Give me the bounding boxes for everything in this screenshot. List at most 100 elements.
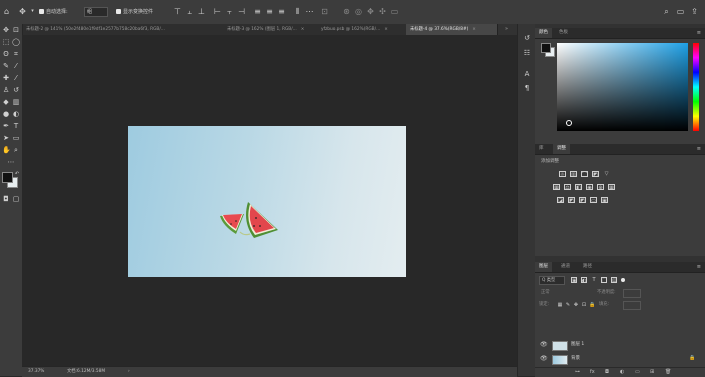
properties-panel-icon[interactable]: ☷ xyxy=(523,49,531,57)
filter-smart-object-icon[interactable]: ▤ xyxy=(611,277,617,284)
more-tools-icon[interactable]: ⋯ xyxy=(7,158,15,166)
slide-3d-icon[interactable]: ✣ xyxy=(378,7,387,16)
curves-icon[interactable]: ⌒ xyxy=(581,171,588,178)
brightness-icon[interactable]: ☼ xyxy=(559,171,566,178)
path-select-icon[interactable]: ➤ xyxy=(2,134,10,142)
lock-all-icon[interactable]: 🔒 xyxy=(589,302,595,308)
align-right-icon[interactable]: ⊣ xyxy=(237,7,246,16)
tab-document-3[interactable]: 未标题-3 @ 162% (图层 1, RGB/... × xyxy=(223,24,325,35)
show-transform-checkbox[interactable]: 显示变换控件 xyxy=(116,0,153,24)
distribute-left-icon[interactable]: ⦀ xyxy=(293,7,302,16)
heal-brush-icon[interactable]: ✚ xyxy=(2,74,10,82)
align-left-icon[interactable]: ⊢ xyxy=(213,7,222,16)
photo-filter-icon[interactable]: ◉ xyxy=(586,184,593,191)
black-white-icon[interactable]: ◧ xyxy=(575,184,582,191)
filter-type-icon[interactable]: T xyxy=(591,277,597,283)
filter-toggle[interactable] xyxy=(621,278,625,282)
opacity-field[interactable] xyxy=(623,289,641,298)
close-icon[interactable]: × xyxy=(301,27,305,32)
lock-artboard-icon[interactable]: ⊡ xyxy=(581,302,587,308)
threshold-icon[interactable]: ◩ xyxy=(579,197,586,204)
history-panel-icon[interactable]: ↺ xyxy=(523,34,531,42)
artboard-tool-icon[interactable]: ⊡ xyxy=(12,26,20,34)
posterize-icon[interactable]: ◩ xyxy=(568,197,575,204)
clone-stamp-icon[interactable]: ♙ xyxy=(2,86,10,94)
eraser-tool-icon[interactable]: ◆ xyxy=(2,98,10,106)
gradient-tool-icon[interactable]: ▥ xyxy=(12,98,20,106)
lasso-tool-icon[interactable]: ʘ xyxy=(2,50,10,58)
fill-field[interactable] xyxy=(623,301,641,310)
color-picker-handle[interactable] xyxy=(566,120,572,126)
tab-layers[interactable]: 图层 xyxy=(535,262,552,272)
tab-yfzbuo[interactable]: yfzbuo.psb @ 162%(RGB/... × xyxy=(317,24,414,35)
filter-adjustment-icon[interactable]: ◐ xyxy=(581,277,587,284)
type-tool-icon[interactable]: T xyxy=(12,122,20,130)
crop-tool-icon[interactable]: ⌗ xyxy=(12,50,20,58)
scale-3d-icon[interactable]: ▭ xyxy=(390,7,399,16)
filter-pixel-icon[interactable]: ▣ xyxy=(571,277,577,284)
brush-tool-icon[interactable]: ⁄ xyxy=(12,74,20,82)
quick-select-icon[interactable]: ✎ xyxy=(2,62,10,70)
status-menu-icon[interactable]: › xyxy=(128,368,130,376)
panel-menu-icon[interactable]: ≡ xyxy=(697,262,701,272)
workspace-icon[interactable]: ▭ xyxy=(676,7,685,16)
eyedropper-icon[interactable]: ⁄ xyxy=(12,62,20,70)
exposure-icon[interactable]: ◩ xyxy=(592,171,599,178)
auto-select-target-dropdown[interactable]: 组 xyxy=(84,0,108,24)
align-vcenter-icon[interactable]: ⫠ xyxy=(185,7,194,16)
close-icon[interactable]: × xyxy=(472,27,476,32)
tab-libraries[interactable]: 库 xyxy=(535,144,548,154)
tab-channels[interactable]: 通道 xyxy=(557,262,574,272)
tab-overflow-icon[interactable]: » xyxy=(505,24,508,35)
pan-3d-icon[interactable]: ✥ xyxy=(366,7,375,16)
marquee-tool-icon[interactable]: ⬚ xyxy=(2,38,10,46)
chevron-down-icon[interactable]: ▾ xyxy=(28,7,37,16)
channel-mixer-icon[interactable]: ⊕ xyxy=(597,184,604,191)
panel-menu-icon[interactable]: ≡ xyxy=(697,144,701,154)
filter-shape-icon[interactable]: ⬚ xyxy=(601,277,607,284)
tab-document-4[interactable]: 未标题-4 @ 37.6%(RGB/8#) × xyxy=(406,24,498,35)
visibility-eye-icon[interactable]: 👁 xyxy=(540,341,548,349)
screen-mode-icon[interactable]: ▢ xyxy=(12,195,20,203)
layer-row[interactable]: 👁 图层 1 xyxy=(535,339,705,351)
color-lookup-icon[interactable]: ▦ xyxy=(608,184,615,191)
foreground-color-swatch[interactable] xyxy=(541,43,551,53)
vibrance-icon[interactable]: ▽ xyxy=(603,171,610,177)
home-icon[interactable]: ⌂ xyxy=(2,7,11,16)
tab-adjustments[interactable]: 调整 xyxy=(553,144,570,154)
orbit-3d-icon[interactable]: ⊛ xyxy=(342,7,351,16)
tab-document-2[interactable]: 未标题-2 @ 141% (50e2f480e1f9df1e2577b758c2… xyxy=(22,24,231,35)
lock-brush-icon[interactable]: ✎ xyxy=(565,302,571,308)
align-bottom-icon[interactable]: ⊥ xyxy=(197,7,206,16)
more-icon[interactable]: ⋯ xyxy=(305,7,314,16)
hand-tool-icon[interactable]: ✋ xyxy=(2,146,11,154)
lock-move-icon[interactable]: ✥ xyxy=(573,302,579,308)
blend-mode-dropdown[interactable]: 正常 xyxy=(539,289,581,296)
dodge-tool-icon[interactable]: ◐ xyxy=(12,110,20,118)
rectangle-tool-icon[interactable]: ▭ xyxy=(12,134,20,142)
close-icon[interactable]: × xyxy=(384,27,388,32)
selective-color-icon[interactable]: ▣ xyxy=(601,197,608,204)
invert-icon[interactable]: ◪ xyxy=(557,197,564,204)
history-brush-icon[interactable]: ↺ xyxy=(12,86,20,94)
paragraph-panel-icon[interactable]: ¶ xyxy=(523,84,531,92)
zoom-tool-icon[interactable]: ⌕ xyxy=(12,146,20,154)
move-tool-icon[interactable]: ✥ xyxy=(2,26,10,34)
panel-menu-icon[interactable]: ≡ xyxy=(697,28,701,38)
character-panel-icon[interactable]: A xyxy=(523,70,531,78)
layer-filter-dropdown[interactable]: Q 类型 xyxy=(539,276,565,285)
zoom-level[interactable]: 37.37% xyxy=(28,368,44,376)
tab-color[interactable]: 颜色 xyxy=(535,28,552,38)
color-balance-icon[interactable]: ⚖ xyxy=(564,184,571,191)
elliptical-marquee-icon[interactable]: ◯ xyxy=(12,38,20,46)
color-field[interactable] xyxy=(557,43,688,131)
distribute-top-icon[interactable]: ≡ xyxy=(253,7,262,16)
align-top-icon[interactable]: ⊤ xyxy=(173,7,182,16)
share-icon[interactable]: ⇪ xyxy=(690,7,699,16)
search-icon[interactable]: ⌕ xyxy=(662,7,671,16)
swap-colors-icon[interactable]: ↶ xyxy=(13,170,21,178)
levels-icon[interactable]: ▥ xyxy=(570,171,577,178)
lock-pixels-icon[interactable]: ▦ xyxy=(557,302,563,308)
distribute-bottom-icon[interactable]: ≡ xyxy=(277,7,286,16)
auto-select-checkbox[interactable]: 自动选择: xyxy=(39,0,68,24)
